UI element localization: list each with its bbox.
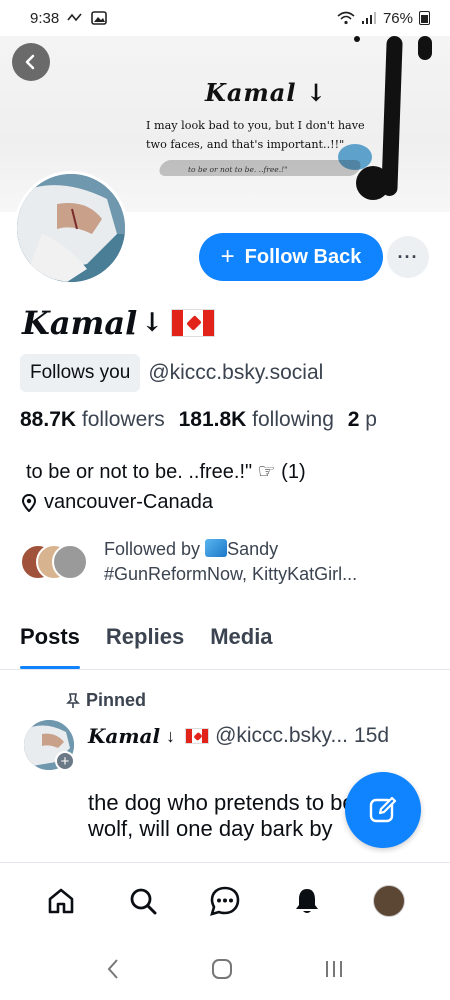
chat-icon <box>210 886 240 916</box>
battery-icon <box>419 11 430 25</box>
system-home-icon[interactable] <box>211 958 233 980</box>
follows-you-badge: Follows you <box>20 354 141 392</box>
tab-replies[interactable]: Replies <box>106 610 184 669</box>
signal-icon <box>361 12 376 24</box>
profile-avatar[interactable] <box>14 171 128 285</box>
search-icon <box>130 888 157 914</box>
tab-posts[interactable]: Posts <box>20 610 80 669</box>
avatar-photo <box>17 174 125 282</box>
posts-count: 2 <box>347 408 360 431</box>
bell-icon <box>296 888 318 913</box>
banner-subtext: to be or not to be. ..free.!" <box>188 165 288 174</box>
followed-by-text: Followed by Sandy #GunReformNow, KittyKa… <box>104 539 358 584</box>
profile-location: vancouver-Canada <box>22 491 213 514</box>
chevron-left-icon <box>25 54 35 70</box>
bottom-navigation <box>0 862 450 938</box>
profile-bio: to be or not to be. ..free.!" ☞ (1) <box>26 461 306 483</box>
profile-handle: @kiccc.bsky.social <box>148 361 324 384</box>
canada-flag-icon <box>171 309 216 337</box>
location-pin-icon <box>22 493 36 512</box>
system-recents-icon[interactable] <box>323 958 345 980</box>
followers-count[interactable]: 88.7K <box>20 408 76 431</box>
gallery-icon <box>91 11 108 25</box>
followed-by-section[interactable]: Followed by Sandy #GunReformNow, KittyKa… <box>20 537 357 587</box>
follow-plus-icon[interactable]: + <box>55 751 75 771</box>
profile-avatar-icon <box>373 884 405 917</box>
compose-icon <box>369 796 397 823</box>
system-navigation <box>0 938 450 1000</box>
nav-chat[interactable] <box>205 881 245 921</box>
paint-splat-decoration <box>356 166 390 200</box>
post-handle[interactable]: @kiccc.bsky... <box>215 724 348 748</box>
posts-label: p <box>365 408 377 431</box>
pin-icon <box>66 692 80 708</box>
more-options-button[interactable]: ··· <box>387 236 429 278</box>
profile-tabs: Posts Replies Media <box>0 610 450 670</box>
nav-search[interactable] <box>123 881 163 921</box>
banner-title: Kamal ↓ <box>205 78 327 107</box>
avatar <box>52 544 88 580</box>
canada-flag-icon <box>185 728 210 744</box>
paint-drip-decoration <box>354 36 360 42</box>
back-button[interactable] <box>12 43 50 81</box>
handle-row: Follows you @kiccc.bsky.social <box>20 354 323 392</box>
ellipsis-icon: ··· <box>397 246 419 267</box>
status-time: 9:38 <box>30 9 60 27</box>
status-bar: 9:38 76% <box>0 0 450 36</box>
banner-quote: I may look bad to you, but I don't have … <box>146 119 365 151</box>
nav-notifications[interactable] <box>287 881 327 921</box>
battery-percent: 76% <box>382 9 413 27</box>
follow-back-button[interactable]: + Follow Back <box>199 233 383 281</box>
wifi-icon <box>337 11 355 25</box>
follower-avatars <box>20 542 90 582</box>
followers-label[interactable]: followers <box>82 408 165 431</box>
system-back-icon[interactable] <box>105 958 121 980</box>
paint-drip-decoration <box>418 36 432 60</box>
following-count[interactable]: 181.8K <box>179 408 247 431</box>
profile-display-name: Kamal ↓ <box>22 304 216 342</box>
nav-profile[interactable] <box>369 881 409 921</box>
following-label[interactable]: following <box>252 408 334 431</box>
post-header: Kamal ↓ @kiccc.bsky... 15d <box>88 724 390 748</box>
plus-icon: + <box>220 243 235 270</box>
profile-stats: 88.7K followers 181.8K following 2 p <box>20 408 385 432</box>
nav-home[interactable] <box>41 881 81 921</box>
post-time: 15d <box>354 724 390 747</box>
nfc-icon <box>67 13 82 22</box>
pinned-label: Pinned <box>66 690 146 711</box>
wave-emoji-icon <box>205 539 228 557</box>
compose-button[interactable] <box>345 772 421 848</box>
tab-media[interactable]: Media <box>210 610 272 669</box>
home-icon <box>48 888 74 913</box>
